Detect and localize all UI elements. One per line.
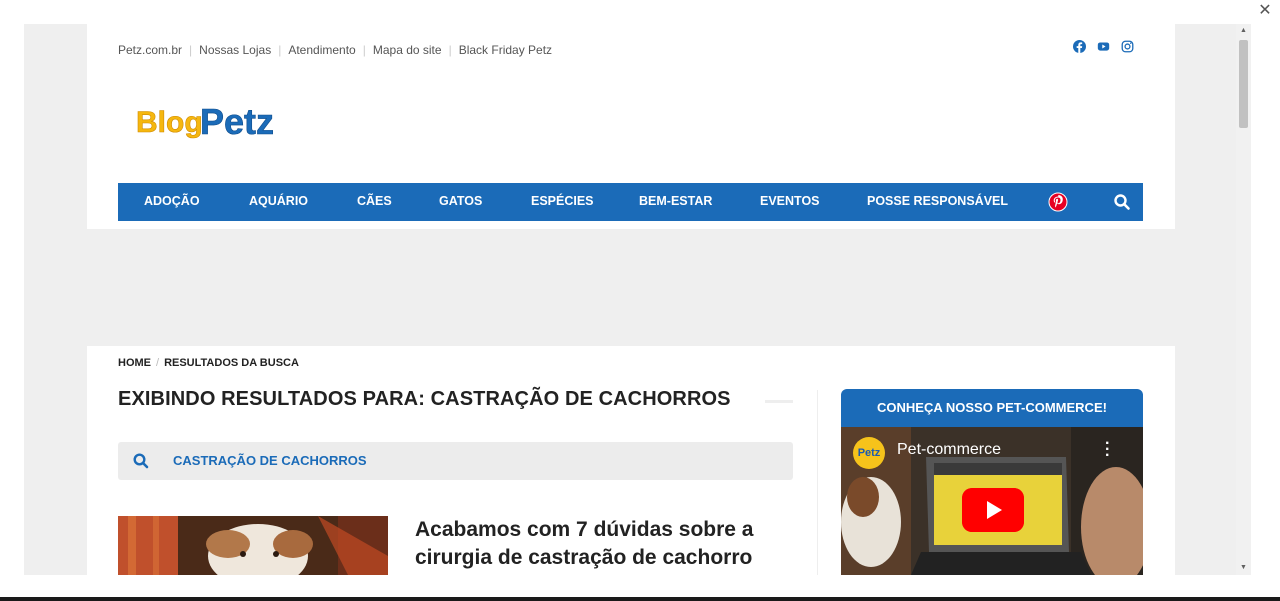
instagram-icon[interactable] <box>1121 40 1134 53</box>
blog-petz-logo[interactable]: Blog Petz <box>134 88 284 144</box>
separator: | <box>189 43 193 57</box>
close-icon[interactable]: ✕ <box>1256 2 1274 20</box>
top-links: Petz.com.br | Nossas Lojas | Atendimento | Map… <box>118 43 552 57</box>
breadcrumb-current: RESULTADOS DA BUSCA <box>164 357 299 369</box>
nav-item-caes[interactable]: CÃES <box>357 194 392 208</box>
scroll-down-icon[interactable]: ▼ <box>1236 561 1251 575</box>
top-link-mapa[interactable]: Mapa do site <box>373 43 442 57</box>
search-icon[interactable] <box>1113 193 1131 211</box>
separator: | <box>362 43 366 57</box>
nav-item-gatos[interactable]: GATOS <box>439 194 482 208</box>
search-icon[interactable] <box>132 452 150 470</box>
nav-item-adocao[interactable]: ADOÇÃO <box>144 194 200 208</box>
youtube-icon[interactable] <box>1097 40 1110 53</box>
article-thumbnail[interactable] <box>118 516 388 575</box>
breadcrumb-home[interactable]: HOME <box>118 357 151 369</box>
scroll-up-icon[interactable]: ▲ <box>1236 24 1251 38</box>
search-input[interactable]: CASTRAÇÃO DE CACHORROS <box>173 453 367 468</box>
widget-title: CONHEÇA NOSSO PET-COMMERCE! <box>841 389 1143 427</box>
channel-logo[interactable]: Petz <box>853 437 885 469</box>
window-bottom-edge <box>0 597 1280 601</box>
article-title[interactable]: Acabamos com 7 dúvidas sobre a cirurgia … <box>415 516 795 572</box>
top-link-lojas[interactable]: Nossas Lojas <box>199 43 271 57</box>
play-button-icon[interactable] <box>962 488 1024 532</box>
browser-viewport: Petz.com.br | Nossas Lojas | Atendimento | Map… <box>24 24 1251 575</box>
separator: | <box>278 43 282 57</box>
video-player[interactable]: Petz Pet-commerce · · · <box>841 427 1143 575</box>
nav-item-eventos[interactable]: EVENTOS <box>760 194 820 208</box>
scrollbar-thumb[interactable] <box>1239 40 1248 128</box>
column-divider <box>817 390 818 575</box>
facebook-icon[interactable] <box>1073 40 1086 53</box>
svg-text:Blog: Blog <box>136 106 203 139</box>
separator: / <box>156 357 160 369</box>
site-header: Petz.com.br | Nossas Lojas | Atendimento | Map… <box>87 24 1175 229</box>
svg-text:Petz: Petz <box>200 101 274 142</box>
nav-item-posse-responsavel[interactable]: POSSE RESPONSÁVEL <box>867 194 1008 208</box>
top-link-atendimento[interactable]: Atendimento <box>288 43 355 57</box>
breadcrumb: HOME / RESULTADOS DA BUSCA <box>118 357 299 369</box>
pinterest-icon[interactable] <box>1048 192 1068 212</box>
main-content: HOME / RESULTADOS DA BUSCA EXIBINDO RESULT… <box>87 346 1175 575</box>
nav-item-bem-estar[interactable]: BEM-ESTAR <box>639 194 712 208</box>
nav-item-especies[interactable]: ESPÉCIES <box>531 194 594 208</box>
video-title[interactable]: Pet-commerce <box>897 441 1001 459</box>
main-nav: ADOÇÃO AQUÁRIO CÃES GATOS ESPÉCIES BEM-E… <box>118 183 1143 221</box>
page-title: EXIBINDO RESULTADOS PARA: CASTRAÇÃO DE C… <box>118 388 731 410</box>
separator: | <box>448 43 452 57</box>
scrollbar[interactable]: ▲ ▼ <box>1236 24 1251 575</box>
top-link-petz[interactable]: Petz.com.br <box>118 43 182 57</box>
social-links <box>1073 40 1134 53</box>
search-bar[interactable]: CASTRAÇÃO DE CACHORROS <box>118 442 793 480</box>
top-link-black-friday[interactable]: Black Friday Petz <box>459 43 552 57</box>
title-divider <box>765 400 793 403</box>
more-options-icon[interactable]: · · · <box>1105 436 1113 464</box>
nav-item-aquario[interactable]: AQUÁRIO <box>249 194 308 208</box>
